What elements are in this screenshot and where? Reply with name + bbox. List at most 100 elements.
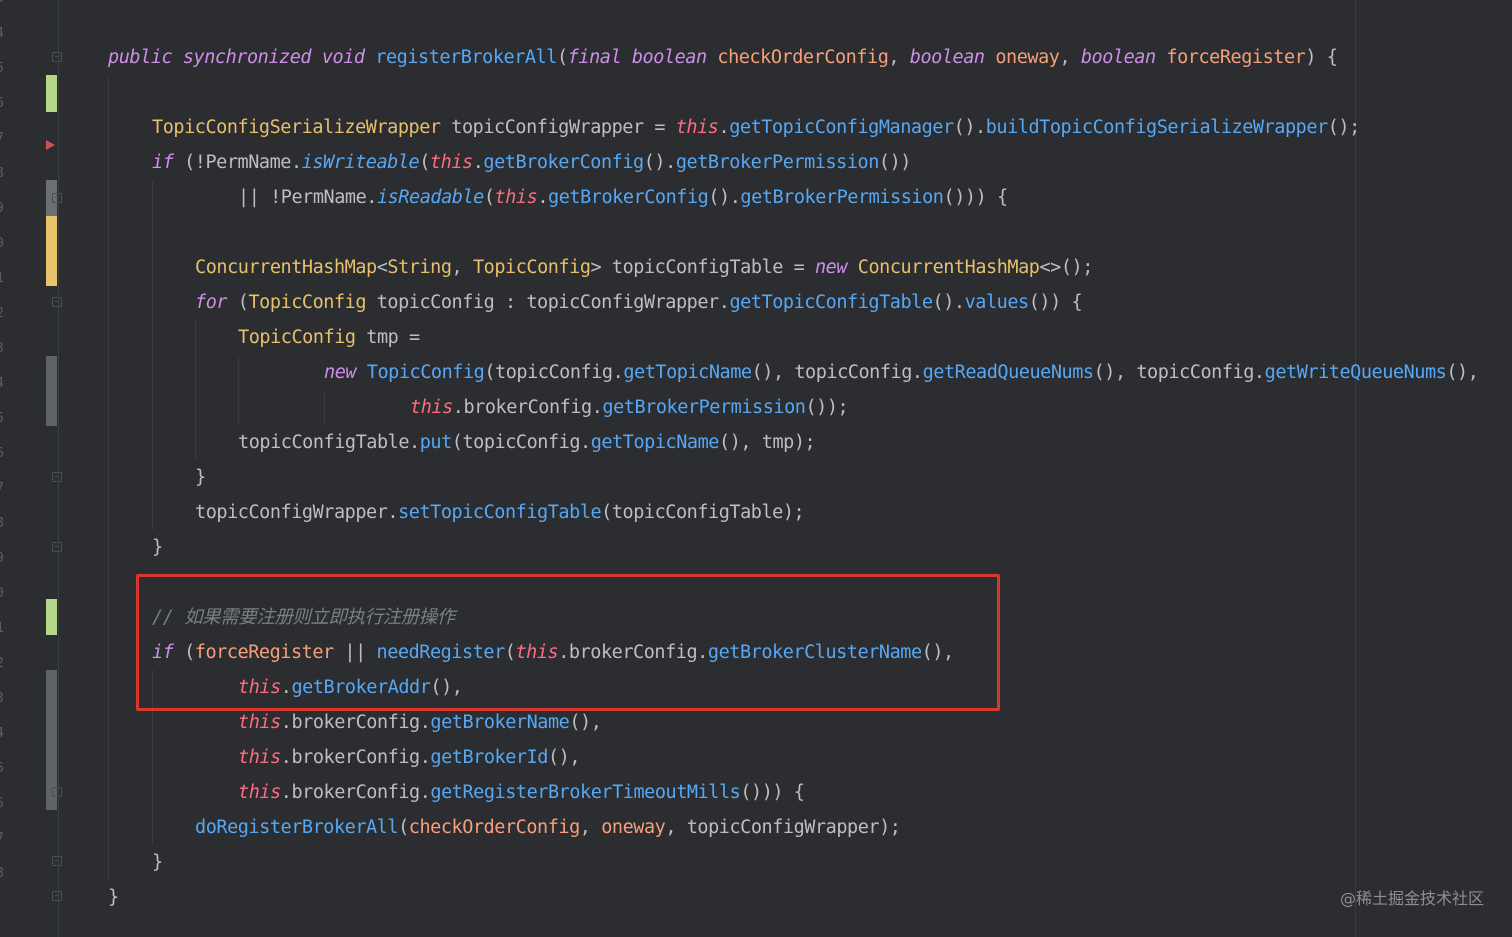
code-line[interactable]: } <box>108 880 119 915</box>
code-line[interactable]: } <box>195 460 206 495</box>
code-line[interactable]: ConcurrentHashMap<String, TopicConfig> t… <box>195 250 1093 285</box>
fold-icon[interactable] <box>52 472 62 482</box>
fold-icon[interactable] <box>52 52 62 62</box>
code-token: } <box>152 537 163 558</box>
code-editor[interactable]: 34567890123456789012345678 public synchr… <box>0 0 1512 937</box>
code-token: || !PermName. <box>238 187 377 208</box>
code-token: topicConfig : topicConfigWrapper. <box>366 292 730 313</box>
indent-guide <box>108 75 109 880</box>
fold-icon[interactable] <box>52 856 62 866</box>
line-number[interactable]: 0 <box>0 576 8 611</box>
line-number[interactable]: 1 <box>0 261 8 296</box>
line-number[interactable]: 7 <box>0 471 8 506</box>
code-token: getTopicConfigTable <box>729 292 933 313</box>
modified-lines-marker[interactable] <box>46 356 57 426</box>
code-line[interactable]: topicConfigWrapper.setTopicConfigTable(t… <box>195 495 805 530</box>
line-number[interactable]: 8 <box>0 506 8 541</box>
line-number[interactable]: 7 <box>0 121 8 156</box>
line-number[interactable]: 2 <box>0 646 8 681</box>
code-line[interactable]: new TopicConfig(topicConfig.getTopicName… <box>324 355 1479 390</box>
code-line[interactable]: this.brokerConfig.getBrokerPermission())… <box>410 390 849 425</box>
line-number[interactable]: 0 <box>0 226 8 261</box>
fold-icon[interactable] <box>52 542 62 552</box>
code-line[interactable]: || !PermName.isReadable(this.getBrokerCo… <box>238 180 1008 215</box>
code-token: (); <box>1327 117 1361 138</box>
code-token: TopicConfig <box>248 292 367 313</box>
code-token: getBrokerPermission <box>602 397 806 418</box>
code-line[interactable]: TopicConfigSerializeWrapper topicConfigW… <box>152 110 1360 145</box>
code-token: TopicConfig <box>472 257 591 278</box>
modified-lines-marker[interactable] <box>46 216 57 286</box>
line-number[interactable]: 8 <box>0 856 8 891</box>
code-token: (). <box>953 117 987 138</box>
added-lines-marker[interactable] <box>46 75 57 112</box>
line-number[interactable]: 8 <box>0 156 8 191</box>
code-token: topicConfigWrapper. <box>195 502 399 523</box>
line-number[interactable]: 5 <box>0 401 8 436</box>
code-token: ( <box>483 187 495 208</box>
code-token: getTopicName <box>623 362 752 383</box>
fold-icon[interactable] <box>52 193 62 203</box>
code-token: topicConfigTable. <box>238 432 420 453</box>
code-token: for <box>195 292 228 313</box>
line-number[interactable]: 4 <box>0 716 8 751</box>
line-number[interactable]: 1 <box>0 611 8 646</box>
code-token: ()) { <box>1028 292 1083 313</box>
code-line[interactable]: TopicConfig tmp = <box>238 320 420 355</box>
line-number[interactable]: 9 <box>0 541 8 576</box>
highlight-annotation-box <box>136 574 1000 711</box>
line-number[interactable]: 3 <box>0 681 8 716</box>
line-number[interactable]: 5 <box>0 751 8 786</box>
line-number[interactable]: 5 <box>0 51 8 86</box>
code-line[interactable]: } <box>152 530 163 565</box>
code-line[interactable]: for (TopicConfig topicConfig : topicConf… <box>195 285 1083 320</box>
code-token: buildTopicConfigSerializeWrapper <box>985 117 1328 138</box>
fold-icon[interactable] <box>52 787 62 797</box>
line-number[interactable]: 6 <box>0 786 8 821</box>
fold-icon[interactable] <box>52 297 62 307</box>
line-number[interactable]: 4 <box>0 16 8 51</box>
line-number[interactable]: 2 <box>0 296 8 331</box>
line-number[interactable]: 9 <box>0 191 8 226</box>
line-number[interactable]: 4 <box>0 366 8 401</box>
line-number[interactable]: 7 <box>0 821 8 856</box>
code-line[interactable]: if (!PermName.isWriteable(this.getBroker… <box>152 145 911 180</box>
added-lines-marker[interactable] <box>46 599 57 635</box>
code-token: .brokerConfig. <box>280 747 431 768</box>
code-token: getBrokerId <box>430 747 548 768</box>
indent-guide <box>324 390 325 425</box>
line-number[interactable]: 6 <box>0 436 8 471</box>
code-token: (). <box>932 292 966 313</box>
code-token: ())) { <box>740 782 805 803</box>
gutter-divider <box>58 0 59 937</box>
code-token: tmp = <box>355 327 420 348</box>
code-token: } <box>108 887 119 908</box>
code-token: TopicConfig <box>366 362 485 383</box>
code-token: this <box>238 747 281 768</box>
code-token: ( <box>398 817 409 838</box>
code-token: (), tmp); <box>719 432 816 453</box>
code-token: (), topicConfig. <box>751 362 923 383</box>
line-number[interactable]: 3 <box>0 0 8 16</box>
code-token: <>(); <box>1039 257 1093 278</box>
code-token: checkOrderConfig <box>408 817 580 838</box>
code-line[interactable]: public synchronized void registerBrokerA… <box>108 40 1338 75</box>
code-line[interactable]: this.brokerConfig.getBrokerId(), <box>238 740 581 775</box>
line-number[interactable]: 3 <box>0 331 8 366</box>
code-token: > topicConfigTable = <box>590 257 815 278</box>
fold-icon[interactable] <box>52 891 62 901</box>
code-token: TopicConfigSerializeWrapper <box>152 117 441 138</box>
line-number[interactable]: 6 <box>0 86 8 121</box>
code-line[interactable]: doRegisterBrokerAll(checkOrderConfig, on… <box>195 810 901 845</box>
breakpoint-arrow-icon[interactable] <box>46 140 55 150</box>
code-token: ()) <box>878 152 912 173</box>
code-token: , <box>451 257 473 278</box>
code-line[interactable]: this.brokerConfig.getRegisterBrokerTimeo… <box>238 775 805 810</box>
code-token: ( <box>419 152 430 173</box>
code-line[interactable]: } <box>152 845 163 880</box>
code-line[interactable]: topicConfigTable.put(topicConfig.getTopi… <box>238 425 816 460</box>
